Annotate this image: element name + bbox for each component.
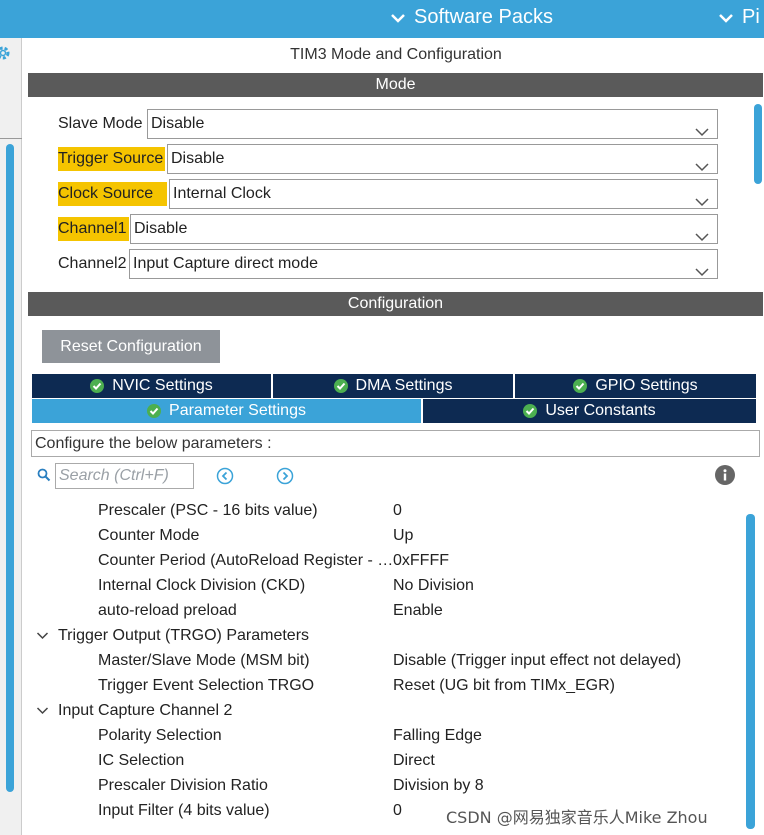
left-side-panel xyxy=(0,38,22,835)
check-circle-icon xyxy=(573,379,588,393)
tab-parameter-settings[interactable]: Parameter Settings xyxy=(32,399,421,423)
param-value[interactable]: Reset (UG bit from TIMx_EGR) xyxy=(393,673,615,698)
channel1-label: Channel1 xyxy=(58,217,129,241)
slave-mode-label: Slave Mode xyxy=(58,115,143,132)
param-group-input-capture-2[interactable]: Input Capture Channel 2 xyxy=(36,698,232,723)
gear-icon[interactable] xyxy=(0,44,12,67)
trigger-source-select[interactable]: Disable xyxy=(167,144,718,174)
channel2-label: Channel2 xyxy=(58,255,127,272)
param-value[interactable]: Direct xyxy=(393,748,435,773)
chevron-down-icon xyxy=(718,12,734,24)
param-value[interactable]: 0xFFFF xyxy=(393,548,449,573)
chevron-down-icon xyxy=(695,259,709,287)
param-name: Master/Slave Mode (MSM bit) xyxy=(98,652,310,669)
mode-row-channel1: Channel1 xyxy=(58,214,129,244)
tab-gpio-label: GPIO Settings xyxy=(595,377,698,394)
param-name: Counter Period (AutoReload Register - 1.… xyxy=(98,552,394,569)
tab-user-constants-label: User Constants xyxy=(545,402,656,419)
previous-match-icon[interactable] xyxy=(216,467,234,490)
mode-section-header: Mode xyxy=(28,73,763,97)
param-value[interactable]: Up xyxy=(393,523,413,548)
param-name: Internal Clock Division (CKD) xyxy=(98,577,306,594)
info-icon[interactable] xyxy=(715,465,735,490)
tab-nvic-label: NVIC Settings xyxy=(112,377,213,394)
tab-parameter-label: Parameter Settings xyxy=(169,402,306,419)
param-name: Prescaler Division Ratio xyxy=(98,777,268,794)
param-group-trgo[interactable]: Trigger Output (TRGO) Parameters xyxy=(36,623,309,648)
param-name: Polarity Selection xyxy=(98,727,222,744)
channel2-select[interactable]: Input Capture direct mode xyxy=(129,249,718,279)
pinout-label: Pi xyxy=(742,6,760,28)
clock-source-label: Clock Source xyxy=(58,182,168,206)
clock-source-value: Internal Clock xyxy=(173,185,271,202)
mode-row-trigger-source: Trigger Source xyxy=(58,144,166,174)
mode-row-slave-mode: Slave Mode xyxy=(58,109,145,139)
search-input[interactable] xyxy=(55,463,194,489)
timer-config-panel: TIM3 Mode and Configuration Mode Slave M… xyxy=(28,38,764,835)
chevron-down-icon xyxy=(695,189,709,217)
param-value[interactable]: 0 xyxy=(393,798,402,823)
param-value[interactable]: Falling Edge xyxy=(393,723,482,748)
slave-mode-select[interactable]: Disable xyxy=(147,109,718,139)
mode-row-channel2: Channel2 xyxy=(58,249,129,279)
chevron-down-icon xyxy=(390,12,406,24)
mode-row-clock-source: Clock Source xyxy=(58,179,168,209)
channel2-value: Input Capture direct mode xyxy=(133,255,318,272)
divider xyxy=(0,138,22,139)
chevron-down-icon xyxy=(36,631,49,640)
top-toolbar: Software Packs Pi xyxy=(0,0,764,38)
software-packs-menu[interactable]: Software Packs xyxy=(390,6,553,29)
param-name: Counter Mode xyxy=(98,527,200,544)
chevron-down-icon xyxy=(695,119,709,147)
chevron-down-icon xyxy=(695,154,709,182)
param-name: Prescaler (PSC - 16 bits value) xyxy=(98,502,318,519)
param-group-label: Input Capture Channel 2 xyxy=(58,702,233,719)
trigger-source-value: Disable xyxy=(171,150,225,167)
param-value[interactable]: No Division xyxy=(393,573,474,598)
chevron-down-icon xyxy=(695,224,709,252)
param-group-label: Trigger Output (TRGO) Parameters xyxy=(58,627,310,644)
watermark: CSDN @网易独家音乐人Mike Zhou xyxy=(446,808,708,827)
tab-dma-label: DMA Settings xyxy=(355,377,453,394)
software-packs-label: Software Packs xyxy=(414,6,553,28)
next-match-icon[interactable] xyxy=(276,467,294,490)
check-circle-icon xyxy=(523,404,538,418)
tab-nvic-settings[interactable]: NVIC Settings xyxy=(32,374,271,398)
reset-configuration-button[interactable]: Reset Configuration xyxy=(42,330,220,363)
slave-mode-value: Disable xyxy=(151,115,205,132)
channel1-select[interactable]: Disable xyxy=(130,214,718,244)
channel1-value: Disable xyxy=(134,220,188,237)
param-value[interactable]: Enable xyxy=(393,598,443,623)
trigger-source-label: Trigger Source xyxy=(58,147,166,171)
parameters-scrollbar[interactable] xyxy=(746,514,755,829)
left-scrollbar[interactable] xyxy=(6,144,14,792)
check-circle-icon xyxy=(90,379,105,393)
pinout-menu[interactable]: Pi xyxy=(718,6,760,29)
param-value[interactable]: Disable (Trigger input effect not delaye… xyxy=(393,648,681,673)
param-name: IC Selection xyxy=(98,752,185,769)
search-icon xyxy=(37,468,51,487)
panel-title: TIM3 Mode and Configuration xyxy=(290,46,502,63)
param-name: auto-reload preload xyxy=(98,602,237,619)
param-name: Input Filter (4 bits value) xyxy=(98,802,270,819)
tab-gpio-settings[interactable]: GPIO Settings xyxy=(515,374,756,398)
mode-scrollbar[interactable] xyxy=(754,104,762,184)
param-value[interactable]: Division by 8 xyxy=(393,773,484,798)
chevron-down-icon xyxy=(36,706,49,715)
configuration-section-header: Configuration xyxy=(28,292,763,316)
check-circle-icon xyxy=(147,404,162,418)
tab-user-constants[interactable]: User Constants xyxy=(423,399,756,423)
param-value[interactable]: 0 xyxy=(393,498,402,523)
tab-dma-settings[interactable]: DMA Settings xyxy=(273,374,513,398)
clock-source-select[interactable]: Internal Clock xyxy=(169,179,718,209)
parameters-description: Configure the below parameters : xyxy=(31,430,760,457)
param-name: Trigger Event Selection TRGO xyxy=(98,677,315,694)
check-circle-icon xyxy=(333,379,348,393)
